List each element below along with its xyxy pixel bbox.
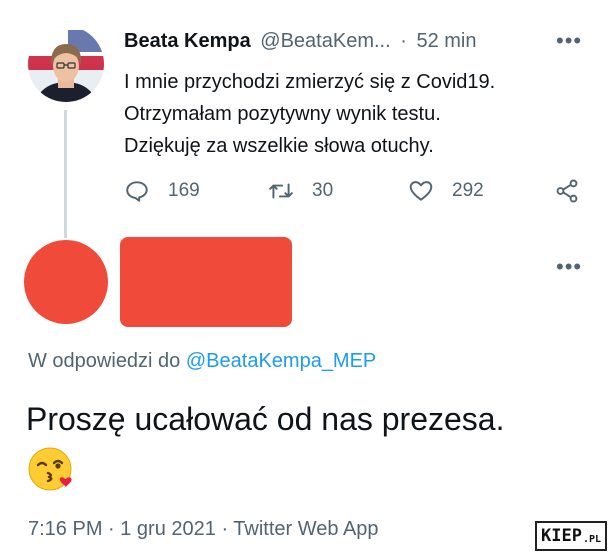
redacted-avatar bbox=[24, 240, 108, 324]
thread-connector-line bbox=[64, 110, 67, 238]
tweet-text-line: I mnie przychodzi zmierzyć się z Covid19… bbox=[124, 71, 496, 93]
like-action[interactable]: 292 bbox=[408, 178, 484, 204]
share-icon bbox=[556, 179, 578, 203]
retweet-count: 30 bbox=[312, 180, 334, 201]
replying-to-handle[interactable]: @BeataKempa_MEP bbox=[186, 350, 376, 372]
watermark-suffix: .PL bbox=[582, 533, 602, 545]
tweet-header: Beata Kempa @BeataKem... · 52 min bbox=[124, 30, 476, 53]
separator-dot: · bbox=[400, 30, 407, 52]
like-count: 292 bbox=[452, 180, 484, 201]
author-handle[interactable]: @BeataKem... bbox=[260, 30, 390, 52]
site-watermark-logo: KIEP .PL bbox=[535, 521, 608, 551]
kissing-face-emoji-icon bbox=[28, 446, 74, 492]
author-avatar[interactable] bbox=[28, 26, 104, 102]
reply-action[interactable]: 169 bbox=[124, 178, 200, 204]
tweet-text-line: Otrzymałam pozytywny wynik testu. bbox=[124, 103, 441, 125]
author-name[interactable]: Beata Kempa bbox=[124, 30, 251, 52]
reply-count: 169 bbox=[168, 180, 200, 201]
tweet-timestamp[interactable]: 7:16 PM · 1 gru 2021 · Twitter Web App bbox=[28, 518, 379, 541]
tweet-time-ago[interactable]: 52 min bbox=[416, 30, 476, 52]
retweet-action[interactable]: 30 bbox=[268, 178, 333, 204]
reply-more-options-button[interactable]: ••• bbox=[556, 256, 582, 278]
reply-icon bbox=[126, 181, 148, 202]
share-action[interactable] bbox=[554, 178, 580, 204]
more-options-button[interactable]: ••• bbox=[556, 30, 582, 52]
watermark-main: KIEP bbox=[541, 526, 582, 546]
retweet-icon bbox=[269, 183, 293, 199]
tweet-text-line: Dziękuję za wszelkie słowa otuchy. bbox=[124, 135, 434, 157]
like-icon bbox=[409, 181, 433, 201]
replying-to: W odpowiedzi do @BeataKempa_MEP bbox=[28, 350, 376, 373]
tweet-text: I mnie przychodzi zmierzyć się z Covid19… bbox=[124, 66, 544, 162]
reply-tweet-text: Proszę ucałować od nas prezesa. bbox=[26, 401, 505, 437]
redacted-author-name bbox=[120, 237, 292, 327]
avatar-photo bbox=[28, 26, 104, 102]
replying-to-label: W odpowiedzi do bbox=[28, 350, 181, 372]
